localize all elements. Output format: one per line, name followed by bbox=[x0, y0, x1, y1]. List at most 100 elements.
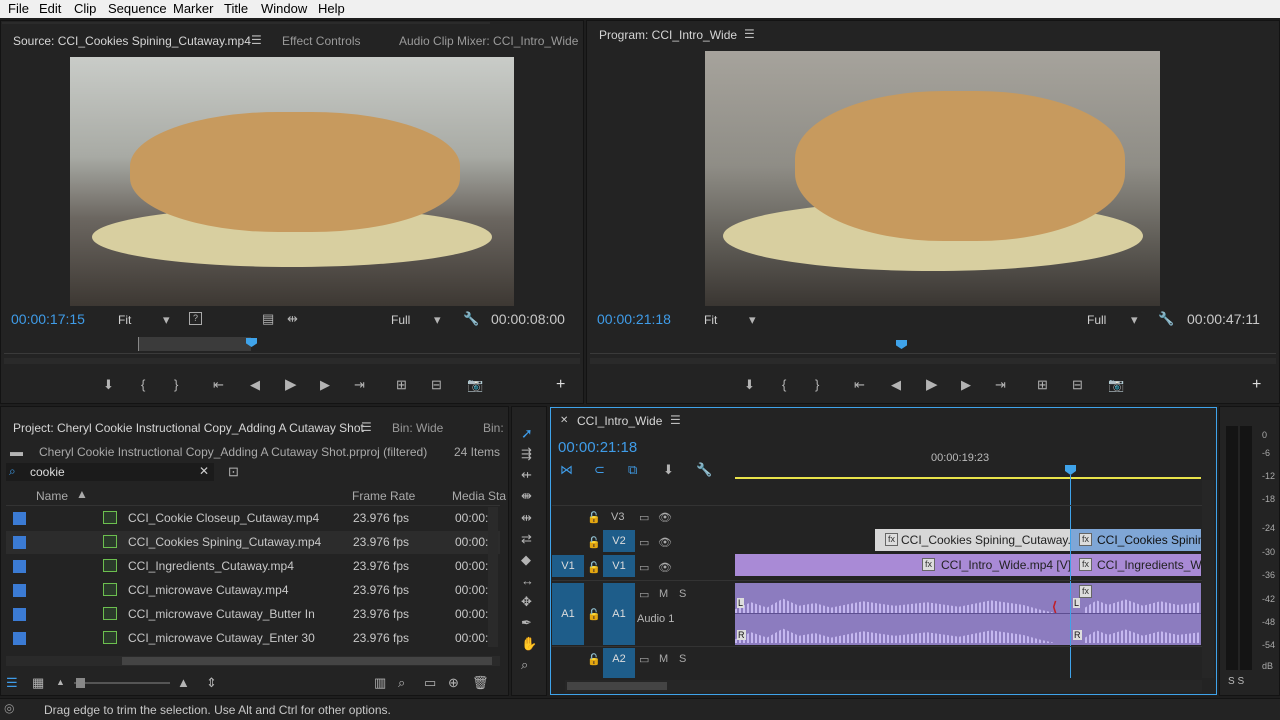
lock-icon[interactable]: 🔓 bbox=[587, 536, 601, 549]
eye-icon[interactable]: 👁 bbox=[658, 561, 672, 574]
new-item-icon[interactable]: ⊕ bbox=[448, 675, 459, 691]
camera-icon[interactable]: 📷 bbox=[1108, 377, 1124, 393]
search-input[interactable]: cookie bbox=[30, 465, 65, 479]
audio-clip-a1-ingredients[interactable]: fx L R bbox=[1071, 583, 1201, 645]
zoom-tool-icon[interactable]: ⌕ bbox=[521, 657, 528, 673]
project-vertical-scrollbar[interactable] bbox=[488, 507, 498, 647]
track-v1-target[interactable]: V1 bbox=[603, 555, 635, 577]
source-playhead-timecode[interactable]: 00:00:17:15 bbox=[11, 311, 85, 327]
pen-tool-icon[interactable]: ✒ bbox=[521, 615, 532, 631]
track-a2-target[interactable]: A2 bbox=[603, 648, 635, 678]
mute-button[interactable]: M bbox=[659, 653, 668, 665]
track-select-tool-icon[interactable]: ⇶ bbox=[521, 446, 532, 462]
sort-ascending-icon[interactable]: ▲ bbox=[76, 487, 88, 501]
extract-icon[interactable]: ⊟ bbox=[1072, 377, 1083, 393]
table-row[interactable]: CCI_microwave Cutaway_Butter In 23.976 fp… bbox=[6, 603, 500, 626]
source-patch-a1[interactable]: A1 bbox=[552, 583, 584, 645]
rate-stretch-tool-icon[interactable]: ⇄ bbox=[521, 531, 532, 547]
go-to-in-icon[interactable]: ⇤ bbox=[213, 377, 224, 393]
clip-v2-cookies-spining[interactable]: fxCCI_Cookies Spining_Cutaway.mp4 bbox=[875, 529, 1070, 551]
source-quality-select[interactable]: Full bbox=[391, 313, 410, 327]
mark-in-icon[interactable]: { bbox=[782, 377, 786, 392]
rolling-edit-tool-icon[interactable]: ⇹ bbox=[521, 510, 532, 526]
clip-v2-cookies-spining-2[interactable]: fx CCI_Cookies Spining bbox=[1071, 529, 1201, 551]
marker-icon[interactable]: ⬇ bbox=[744, 377, 755, 393]
tab-source[interactable]: Source: CCI_Cookies Spining_Cutaway.mp4 bbox=[13, 34, 251, 48]
slip-tool-icon[interactable]: ↔ bbox=[521, 573, 534, 588]
table-row[interactable]: CCI_microwave Cutaway.mp4 23.976 fps 00:00… bbox=[6, 579, 500, 602]
chevron-down-icon[interactable]: ▾ bbox=[1131, 312, 1138, 328]
eye-icon[interactable]: 👁 bbox=[658, 511, 672, 524]
nest-toggle-icon[interactable]: ⋈ bbox=[560, 462, 573, 478]
toggle-sync-icon[interactable]: ▭ bbox=[639, 653, 649, 666]
insert-overlay-icon[interactable]: ? bbox=[189, 312, 202, 325]
add-button-icon[interactable]: + bbox=[1252, 376, 1261, 394]
go-to-out-icon[interactable]: ⇥ bbox=[995, 377, 1006, 393]
scroll-thumb[interactable] bbox=[122, 657, 492, 665]
work-area-bar[interactable] bbox=[735, 477, 1201, 479]
zoom-slider-thumb[interactable] bbox=[76, 678, 85, 688]
go-to-out-icon[interactable]: ⇥ bbox=[354, 377, 365, 393]
mark-in-icon[interactable]: { bbox=[141, 377, 145, 392]
tab-program[interactable]: Program: CCI_Intro_Wide bbox=[599, 28, 737, 42]
add-button-icon[interactable]: + bbox=[556, 376, 565, 394]
label-color-swatch[interactable] bbox=[13, 584, 26, 597]
chevron-down-icon[interactable]: ▾ bbox=[434, 312, 441, 328]
solo-buttons[interactable]: S S bbox=[1228, 676, 1244, 687]
program-zoom-select[interactable]: Fit bbox=[704, 313, 717, 327]
program-quality-select[interactable]: Full bbox=[1087, 313, 1106, 327]
snap-icon[interactable]: ⊂ bbox=[594, 462, 605, 478]
linked-selection-icon[interactable]: ⧉ bbox=[628, 462, 637, 478]
source-patch-v1[interactable]: V1 bbox=[552, 555, 584, 577]
menu-title[interactable]: Title bbox=[224, 1, 248, 16]
toggle-sync-icon[interactable]: ▭ bbox=[639, 536, 649, 549]
menu-clip[interactable]: Clip bbox=[74, 1, 96, 16]
new-bin-icon[interactable]: ▭ bbox=[424, 675, 436, 691]
icon-view-icon[interactable]: ▦ bbox=[32, 675, 44, 691]
toggle-sync-icon[interactable]: ▭ bbox=[639, 511, 649, 524]
marker-icon[interactable]: ⬇ bbox=[103, 377, 114, 393]
table-row[interactable]: CCI_microwave Cutaway_Enter 30 23.976 fps… bbox=[6, 627, 500, 650]
mark-out-icon[interactable]: } bbox=[815, 377, 819, 392]
timeline-playhead-timecode[interactable]: 00:00:21:18 bbox=[558, 439, 637, 456]
label-color-swatch[interactable] bbox=[13, 536, 26, 549]
source-panel-menu-icon[interactable]: ☰ bbox=[251, 33, 262, 47]
label-color-swatch[interactable] bbox=[13, 512, 26, 525]
menu-edit[interactable]: Edit bbox=[39, 1, 61, 16]
camera-icon[interactable]: 📷 bbox=[467, 377, 483, 393]
column-name[interactable]: Name bbox=[36, 489, 68, 503]
project-search-box[interactable]: ⌕ cookie ✕ bbox=[6, 463, 214, 481]
solo-button[interactable]: S bbox=[679, 653, 686, 665]
chevron-down-icon[interactable]: ▾ bbox=[749, 312, 756, 328]
source-zoom-scrollbar[interactable] bbox=[4, 358, 580, 364]
project-horizontal-scrollbar[interactable] bbox=[6, 656, 500, 666]
add-marker-icon[interactable]: ⬇ bbox=[663, 462, 674, 478]
source-in-out-range[interactable] bbox=[138, 337, 251, 351]
project-panel-menu-icon[interactable]: ☰ bbox=[361, 420, 372, 434]
toggle-sync-icon[interactable]: ▭ bbox=[639, 588, 649, 601]
lock-icon[interactable]: 🔓 bbox=[587, 561, 601, 574]
label-color-swatch[interactable] bbox=[13, 632, 26, 645]
audio-clip-a1-intro[interactable]: L R bbox=[735, 583, 1070, 645]
program-panel-menu-icon[interactable]: ☰ bbox=[744, 27, 755, 41]
clip-v1-ingredients[interactable]: fx CCI_Ingredients_Wi bbox=[1071, 554, 1201, 576]
program-playhead-timecode[interactable]: 00:00:21:18 bbox=[597, 311, 671, 327]
track-v2-target[interactable]: V2 bbox=[603, 530, 635, 552]
table-row[interactable]: CCI_Ingredients_Cutaway.mp4 23.976 fps 00:… bbox=[6, 555, 500, 578]
play-icon[interactable]: ▶ bbox=[285, 375, 297, 393]
menu-window[interactable]: Window bbox=[261, 1, 307, 16]
column-frame-rate[interactable]: Frame Rate bbox=[352, 489, 415, 503]
mark-out-icon[interactable]: } bbox=[174, 377, 178, 392]
table-row[interactable]: CCI_Cookies Spining_Cutaway.mp4 23.976 fp… bbox=[6, 531, 500, 554]
track-a1-target[interactable]: A1 bbox=[603, 583, 635, 645]
zoom-slider[interactable] bbox=[74, 682, 170, 684]
source-zoom-select[interactable]: Fit bbox=[118, 313, 131, 327]
timeline-panel-menu-icon[interactable]: ☰ bbox=[670, 413, 681, 427]
drag-video-icon[interactable]: ▤ bbox=[262, 311, 274, 327]
wrench-icon[interactable]: 🔧 bbox=[463, 311, 479, 327]
step-forward-icon[interactable]: ▶ bbox=[320, 377, 330, 393]
find-icon[interactable]: ⌕ bbox=[398, 675, 405, 691]
clip-v1-intro-wide[interactable]: fx CCI_Intro_Wide.mp4 [V] bbox=[735, 554, 1070, 576]
track-v3-label[interactable]: V3 bbox=[611, 511, 624, 523]
lock-icon[interactable]: 🔓 bbox=[587, 653, 601, 666]
